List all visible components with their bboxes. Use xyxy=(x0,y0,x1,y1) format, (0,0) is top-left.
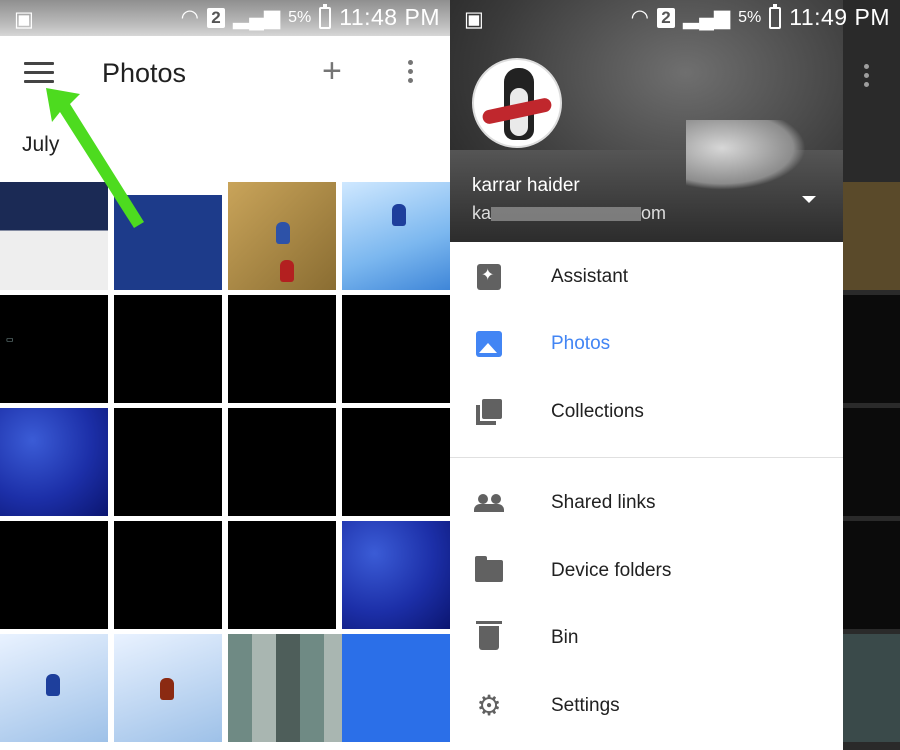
battery-icon xyxy=(319,3,332,29)
nav-drawer: Assistant Photos Collections Shared link… xyxy=(450,242,843,750)
account-email: ka om xyxy=(472,203,666,224)
page-title: Photos xyxy=(102,58,187,88)
nav-item-label: Device folders xyxy=(551,560,672,581)
photo-thumb[interactable] xyxy=(342,408,450,516)
shared-links-icon xyxy=(474,488,504,518)
status-bar: ▣ ◠ 2 ▂▄▆ 5% 11:48 PM xyxy=(0,0,450,36)
photo-grid: ▭ xyxy=(0,182,450,750)
gallery-notification-icon: ▣ xyxy=(14,8,34,31)
collections-icon xyxy=(474,397,504,427)
photo-thumb[interactable] xyxy=(342,182,450,290)
gear-icon: ⚙ xyxy=(476,690,502,721)
sim-badge: 2 xyxy=(206,7,225,28)
signal-icon: ▂▄▆ xyxy=(232,6,281,29)
photos-screen: ▣ ◠ 2 ▂▄▆ 5% 11:48 PM Photos + July ▭ xyxy=(0,0,450,750)
app-bar: Photos + xyxy=(0,36,450,116)
avatar[interactable] xyxy=(472,58,562,148)
more-options-icon xyxy=(858,64,874,92)
account-name: karrar haider xyxy=(472,175,580,196)
screenshot-pair: ▣ ◠ 2 ▂▄▆ 5% 11:48 PM Photos + July ▭ ▣ … xyxy=(0,0,900,750)
photo-thumb[interactable] xyxy=(0,521,108,629)
status-bar: ▣ ◠ 2 ▂▄▆ 5% 11:49 PM xyxy=(450,0,900,36)
cover-image xyxy=(686,120,806,190)
gallery-notification-icon: ▣ xyxy=(464,8,484,31)
photo-thumb[interactable] xyxy=(228,408,336,516)
nav-item-settings[interactable]: ⚙ Settings xyxy=(450,676,843,736)
photo-thumb[interactable] xyxy=(114,182,222,290)
folder-icon xyxy=(474,556,504,586)
email-prefix: ka xyxy=(472,203,492,223)
wifi-icon: ◠ xyxy=(180,6,199,29)
menu-icon[interactable] xyxy=(24,62,54,86)
nav-item-label: Assistant xyxy=(551,266,629,287)
photo-thumb[interactable] xyxy=(114,521,222,629)
photo-thumb[interactable] xyxy=(228,521,336,629)
photo-thumb[interactable] xyxy=(228,295,336,403)
photo-thumb[interactable] xyxy=(228,182,336,290)
account-switcher-chevron-icon[interactable] xyxy=(802,196,816,203)
photo-thumb[interactable] xyxy=(342,521,450,629)
email-suffix: om xyxy=(641,203,667,223)
battery-percent: 5% xyxy=(288,8,312,26)
photo-thumb[interactable] xyxy=(114,408,222,516)
add-icon[interactable]: + xyxy=(322,54,342,88)
nav-item-bin[interactable]: Bin xyxy=(450,608,843,668)
photo-thumb[interactable] xyxy=(114,634,222,742)
signal-icon: ▂▄▆ xyxy=(682,6,731,29)
photos-icon xyxy=(474,329,504,359)
nav-item-label: Photos xyxy=(551,333,611,354)
divider xyxy=(450,457,843,458)
battery-icon xyxy=(769,3,782,29)
photo-thumb[interactable] xyxy=(0,408,108,516)
wifi-icon: ◠ xyxy=(630,6,649,29)
nav-item-label: Collections xyxy=(551,401,644,422)
photo-thumb[interactable] xyxy=(0,634,108,742)
redacted-email xyxy=(491,207,642,222)
photo-thumb[interactable]: ▭ xyxy=(0,295,108,403)
nav-item-label: Shared links xyxy=(551,492,656,513)
photo-thumb[interactable] xyxy=(342,295,450,403)
bin-icon xyxy=(474,621,504,653)
dimmed-photo-grid xyxy=(842,0,900,750)
photo-thumb[interactable] xyxy=(114,295,222,403)
nav-item-label: Bin xyxy=(551,627,579,648)
battery-percent: 5% xyxy=(738,8,762,26)
clock: 11:48 PM xyxy=(339,4,440,30)
nav-item-collections[interactable]: Collections xyxy=(450,382,843,442)
clock: 11:49 PM xyxy=(789,4,890,30)
assistant-icon xyxy=(474,262,504,292)
nav-item-label: Settings xyxy=(551,695,620,716)
photo-thumb[interactable] xyxy=(0,182,108,290)
more-options-icon[interactable] xyxy=(402,60,418,88)
nav-item-device-folders[interactable]: Device folders xyxy=(450,541,843,601)
nav-item-photos[interactable]: Photos xyxy=(450,314,843,374)
photo-thumb[interactable] xyxy=(228,634,450,742)
nav-item-shared-links[interactable]: Shared links xyxy=(450,473,843,533)
sim-badge: 2 xyxy=(656,7,675,28)
account-header: karrar haider ka om xyxy=(450,0,843,242)
nav-item-assistant[interactable]: Assistant xyxy=(450,247,843,307)
section-date-label: July xyxy=(22,133,60,156)
navigation-drawer-screen: ▣ ◠ 2 ▂▄▆ 5% 11:49 PM karrar haider ka om xyxy=(450,0,900,750)
